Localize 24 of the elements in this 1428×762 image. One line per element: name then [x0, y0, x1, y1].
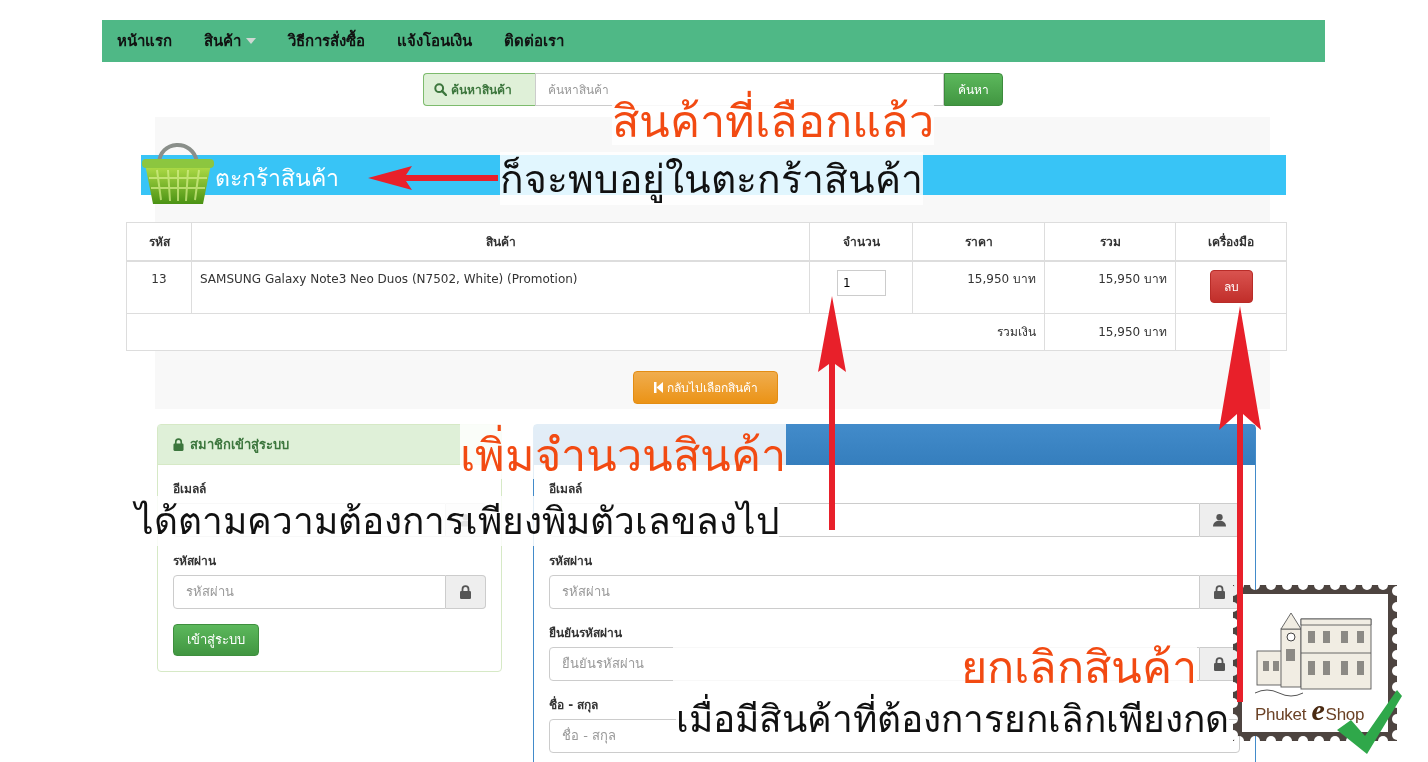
- column-header: รวม: [1044, 222, 1176, 261]
- table-cell: 13: [126, 261, 192, 313]
- table-cell: 15,950 บาท: [1044, 313, 1176, 350]
- logo-text: Phuket eShop: [1255, 695, 1365, 728]
- column-header: จำนวน: [809, 222, 913, 261]
- column-header: รหัส: [126, 222, 192, 261]
- table-cell: 15,950 บาท: [912, 261, 1045, 313]
- field-label: อีเมลล์: [173, 480, 206, 498]
- field-label: รหัสผ่าน: [173, 552, 216, 570]
- field-label: อีเมลล์: [549, 480, 582, 498]
- table-cell: SAMSUNG Galaxy Note3 Neo Duos (N7502, White) (Promotion): [191, 261, 810, 313]
- column-header: ราคา: [912, 222, 1045, 261]
- callout-title: เพิ่มจำนวนสินค้า: [460, 424, 786, 479]
- callout-title: สินค้าที่เลือกแล้ว: [612, 90, 934, 145]
- panel-title: สมาชิกเข้าสู่ระบบ: [190, 435, 289, 455]
- search-label: ค้นหาสินค้า: [451, 82, 512, 99]
- field-label: รหัสผ่าน: [549, 552, 592, 570]
- column-header: สินค้า: [191, 222, 810, 261]
- table-cell: 15,950 บาท: [1044, 261, 1176, 313]
- callout-tooltip: ก็จะพบอยู่ในตะกร้าสินค้า: [500, 152, 923, 205]
- field-label: ชื่อ - สกุล: [549, 695, 599, 714]
- field-label: ยืนยันรหัสผ่าน: [549, 624, 622, 642]
- column-header: เครื่องมือ: [1175, 222, 1287, 261]
- banner-title: ตะกร้าสินค้า: [215, 164, 339, 193]
